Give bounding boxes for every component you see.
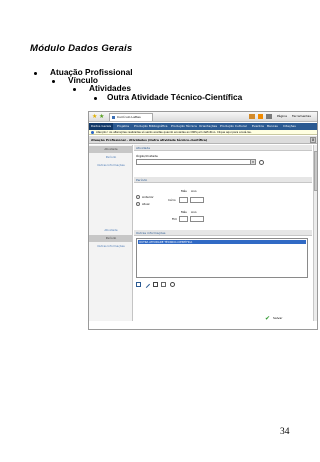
delete-icon[interactable] xyxy=(153,282,158,287)
menu-producao-bibliografica[interactable]: Produção Bibliográfica xyxy=(134,123,168,130)
feed-icon[interactable] xyxy=(258,114,263,119)
lattes-menubar: Dados Gerais Projetos Produção Bibliográ… xyxy=(89,123,317,130)
page-number: 34 xyxy=(280,427,290,437)
tools-menu[interactable]: Ferramentas xyxy=(292,113,311,120)
form-sidebar: Atividade Período Outras Informações Ati… xyxy=(89,145,133,321)
fim-ano-input[interactable] xyxy=(190,216,204,222)
fim-label: Fim xyxy=(172,217,178,221)
radio-anterior[interactable] xyxy=(136,195,140,199)
home-icon[interactable] xyxy=(249,114,255,119)
chevron-down-icon[interactable]: ▾ xyxy=(250,160,255,164)
view-icon[interactable] xyxy=(170,282,175,287)
search-icon[interactable] xyxy=(259,160,264,165)
form-title: Atuação Profissional - Atividades (Outra… xyxy=(91,138,208,142)
bullet-dot xyxy=(52,80,55,83)
print-icon[interactable] xyxy=(266,114,272,119)
info-bar: Atenção ! As alterações realizadas só se… xyxy=(89,130,317,135)
copy-icon[interactable] xyxy=(161,282,166,287)
mes-label: Mês xyxy=(181,189,187,193)
form-titlebar: Atuação Profissional - Atividades (Outra… xyxy=(89,136,317,144)
mes-label: Mês xyxy=(181,210,187,214)
menu-eventos[interactable]: Eventos xyxy=(252,123,264,130)
radio-atual-label: Atual xyxy=(142,202,150,206)
inicio-label: Início xyxy=(168,198,176,202)
page-icon xyxy=(112,116,115,119)
sidebar-item-periodo[interactable]: Período xyxy=(89,154,133,161)
save-button[interactable]: Salvar xyxy=(273,316,282,321)
add-icon[interactable] xyxy=(136,282,141,287)
ano-label: Ano xyxy=(191,210,197,214)
browser-tab-title: Currículo Lattes xyxy=(117,115,141,119)
section-outras-informacoes: Outras informações xyxy=(134,230,312,236)
document-title: Módulo Dados Gerais xyxy=(30,43,133,54)
menu-producao-cultural[interactable]: Produção Cultural xyxy=(220,123,247,130)
menu-orientacoes[interactable]: Orientações xyxy=(199,123,217,130)
bullet-outra-atividade: Outra Atividade Técnico-Científica xyxy=(107,92,243,102)
close-icon[interactable]: x xyxy=(310,137,316,143)
atividade-listbox[interactable]: OUTRA ATIVIDADE TÉCNICO-CIENTÍFICA xyxy=(136,238,308,278)
bullet-dot xyxy=(94,97,97,100)
menu-citacoes[interactable]: Citações xyxy=(283,123,296,130)
orgao-label: Órgão/Unidade xyxy=(136,154,158,158)
add-favorite-icon[interactable]: ★ xyxy=(99,113,104,121)
radio-anterior-label: Anterior xyxy=(142,195,154,199)
menu-producao-tecnica[interactable]: Produção Técnica xyxy=(171,123,197,130)
browser-toolbar: ★ ★ Currículo Lattes Página Ferramentas xyxy=(89,112,317,122)
menu-bancas[interactable]: Bancas xyxy=(267,123,278,130)
form-main: Atividade Órgão/Unidade ▾ Período Mês An… xyxy=(134,145,312,321)
vertical-scrollbar[interactable] xyxy=(313,145,317,321)
sidebar-item-atividade[interactable]: Atividade xyxy=(89,146,133,153)
embedded-screenshot: ★ ★ Currículo Lattes Página Ferramentas … xyxy=(88,111,318,330)
section-atividade: Atividade xyxy=(134,145,312,151)
menu-projetos[interactable]: Projetos xyxy=(117,123,129,130)
sidebar-item-outras-informacoes[interactable]: Outras Informações xyxy=(89,162,133,169)
edit-icon[interactable] xyxy=(142,280,151,289)
fim-mes-input[interactable] xyxy=(179,216,188,222)
menu-dados-gerais[interactable]: Dados Gerais xyxy=(89,123,114,130)
section-periodo: Período xyxy=(134,177,312,183)
inicio-mes-input[interactable] xyxy=(179,197,188,203)
info-icon xyxy=(91,131,94,134)
sidebar-item-periodo[interactable]: Período xyxy=(89,235,133,242)
ano-label: Ano xyxy=(191,189,197,193)
sidebar-item-atividade[interactable]: Atividade xyxy=(89,227,133,234)
scrollbar-thumb[interactable] xyxy=(314,151,317,191)
sidebar-item-outras-informacoes[interactable]: Outras Informações xyxy=(89,243,133,250)
info-bar-text[interactable]: Atenção ! As alterações realizadas só se… xyxy=(96,130,252,135)
list-item[interactable]: OUTRA ATIVIDADE TÉCNICO-CIENTÍFICA xyxy=(138,240,306,244)
favorites-star-icon[interactable]: ★ xyxy=(92,113,97,121)
bullet-dot xyxy=(73,88,76,91)
radio-atual[interactable] xyxy=(136,202,140,206)
inicio-ano-input[interactable] xyxy=(190,197,204,203)
bullet-dot xyxy=(34,72,37,75)
browser-tab[interactable]: Currículo Lattes xyxy=(109,113,153,121)
orgao-select[interactable]: ▾ xyxy=(136,159,256,165)
checkmark-icon[interactable]: ✔ xyxy=(265,316,271,322)
page-menu[interactable]: Página xyxy=(277,113,287,120)
